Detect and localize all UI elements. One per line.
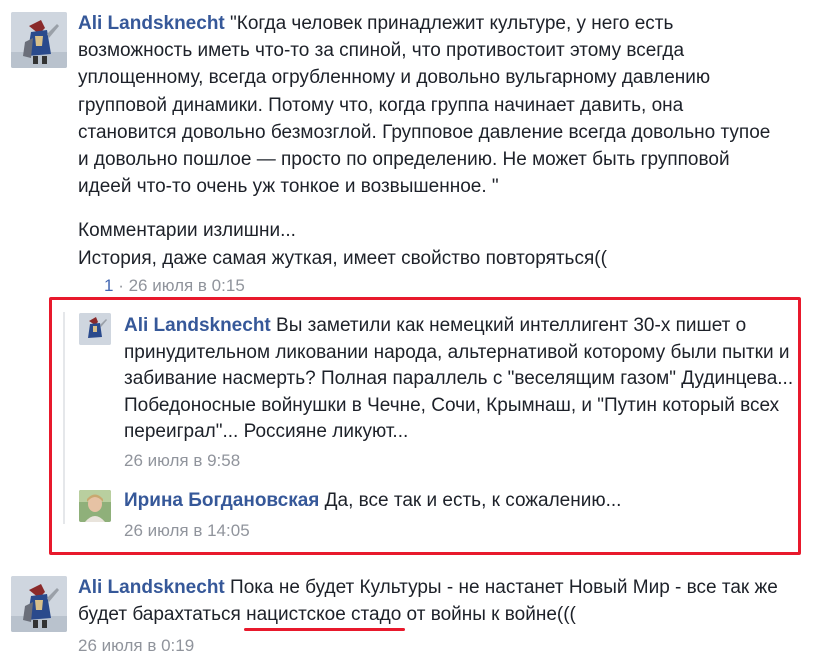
comment-meta: 1 · 26 июля в 0:15 [104, 276, 245, 296]
reply-timestamp[interactable]: 26 июля в 9:58 [124, 451, 240, 471]
comment-text: "Когда человек принадлежит культуре, у н… [78, 13, 771, 198]
underlined-phrase: нацистское стадо [244, 602, 406, 631]
avatar[interactable] [11, 576, 67, 632]
comment-extra-line: История, даже самая жуткая, имеет свойст… [78, 247, 607, 269]
avatar[interactable] [79, 490, 111, 522]
reply-body: Ali Landsknecht Вы заметили как немецкий… [124, 313, 794, 446]
reply-author-link[interactable]: Ирина Богдановская [124, 490, 319, 511]
meta-separator: · [113, 276, 129, 295]
reply-timestamp[interactable]: 26 июля в 14:05 [124, 521, 250, 541]
reply-body: Ирина Богдановская Да, все так и есть, к… [124, 488, 794, 514]
comment-extra-line: Комментарии излишни... [78, 220, 296, 242]
knight-avatar-icon [79, 313, 111, 345]
comment-author-link[interactable]: Ali Landsknecht [78, 577, 225, 598]
knight-avatar-icon [11, 12, 67, 68]
reply-thread-line [63, 312, 65, 524]
comment-author-link[interactable]: Ali Landsknecht [78, 13, 225, 34]
knight-avatar-icon [11, 576, 67, 632]
avatar[interactable] [79, 313, 111, 345]
reply-author-link[interactable]: Ali Landsknecht [124, 315, 271, 336]
avatar[interactable] [11, 12, 67, 68]
comment-body: Ali Landsknecht Пока не будет Культуры -… [78, 575, 778, 631]
comment-timestamp[interactable]: 26 июля в 0:15 [129, 276, 245, 295]
comment-timestamp[interactable]: 26 июля в 0:19 [78, 636, 194, 656]
comment-body: Ali Landsknecht "Когда человек принадлеж… [78, 10, 778, 272]
comment-text: от войны к войне((( [401, 603, 576, 625]
woman-avatar-icon [79, 490, 111, 522]
reply-text: Да, все так и есть, к сожалению... [324, 490, 622, 511]
